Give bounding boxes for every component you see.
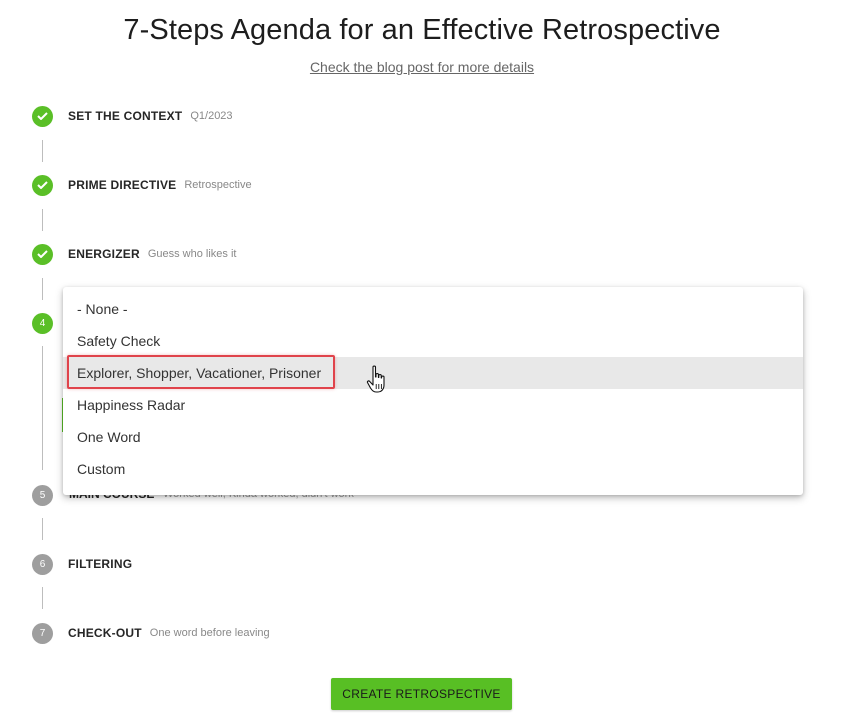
step-subtitle: One word before leaving — [149, 627, 270, 639]
dropdown-option-hovered[interactable]: Explorer, Shopper, Vacationer, Prisoner — [63, 355, 803, 389]
step-prime-directive[interactable]: PRIME DIRECTIVE Retrospective — [32, 173, 252, 197]
step-check-out[interactable]: 7 CHECK-OUT One word before leaving — [32, 621, 270, 645]
step-set-the-context[interactable]: SET THE CONTEXT Q1/2023 — [32, 104, 233, 128]
step-number: 5 — [32, 484, 53, 506]
step-title: FILTERING — [68, 557, 133, 571]
activity-dropdown-menu: - None - Safety Check Explorer, Shopper,… — [63, 287, 803, 495]
step-subtitle: Retrospective — [184, 179, 252, 191]
step-number: 6 — [32, 553, 53, 575]
step-connector — [42, 278, 43, 300]
step-connector — [42, 346, 43, 470]
step-title: CHECK-OUT — [68, 626, 142, 640]
step-connector — [42, 518, 43, 540]
dropdown-option[interactable]: Custom — [63, 453, 803, 485]
check-icon — [32, 105, 53, 127]
step-title: PRIME DIRECTIVE — [68, 178, 177, 192]
step-number: 4 — [32, 312, 53, 334]
check-icon — [32, 243, 53, 265]
step-4[interactable]: 4 — [32, 311, 53, 335]
step-title: SET THE CONTEXT — [68, 109, 183, 123]
step-energizer[interactable]: ENERGIZER Guess who likes it — [32, 242, 236, 266]
dropdown-option[interactable]: One Word — [63, 421, 803, 453]
step-connector — [42, 209, 43, 231]
dropdown-option[interactable]: Happiness Radar — [63, 389, 803, 421]
step-number: 7 — [32, 622, 53, 644]
step-connector — [42, 587, 43, 609]
step-main-course[interactable]: 5 — [32, 483, 53, 507]
hand-pointer-icon — [366, 365, 385, 393]
highlight-box — [67, 355, 335, 389]
create-retrospective-button[interactable]: CREATE RETROSPECTIVE — [331, 678, 512, 710]
step-title: ENERGIZER — [68, 247, 140, 261]
blog-post-link[interactable]: Check the blog post for more details — [0, 59, 844, 75]
page-title: 7-Steps Agenda for an Effective Retrospe… — [123, 14, 721, 46]
check-icon — [32, 174, 53, 196]
step-subtitle: Guess who likes it — [147, 248, 237, 260]
step-connector — [42, 140, 43, 162]
step-filtering[interactable]: 6 FILTERING — [32, 552, 132, 576]
dropdown-option[interactable]: Safety Check — [63, 325, 803, 357]
dropdown-option[interactable]: - None - — [63, 293, 803, 325]
step-subtitle: Q1/2023 — [190, 110, 233, 122]
